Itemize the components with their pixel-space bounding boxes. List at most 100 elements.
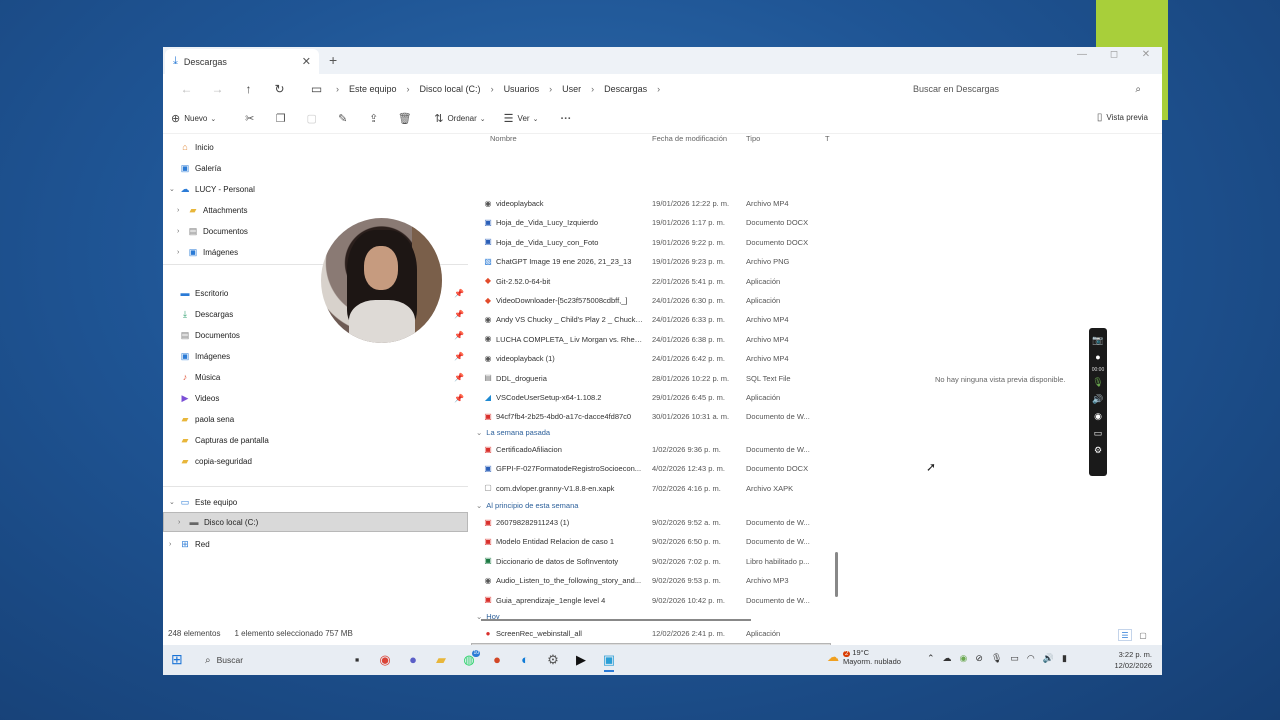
sort-button[interactable]: ⇅ Ordenar ⌄: [434, 112, 489, 125]
sidebar-item-disco-local[interactable]: › ▬ Disco local (C:): [163, 512, 468, 532]
pin-icon[interactable]: 📌: [454, 331, 464, 340]
file-row[interactable]: ◉ LUCHA COMPLETA_ Liv Morgan vs. Rhea ...…: [471, 330, 831, 349]
file-row[interactable]: ▢ com.dvloper.granny-V1.8.8-en.xapk 7/02/2…: [471, 479, 831, 498]
crumb-usuarios[interactable]: Usuarios: [504, 84, 540, 94]
rename-icon[interactable]: ✎: [327, 112, 358, 125]
settings-icon[interactable]: ⚙: [1094, 442, 1102, 459]
details-view-icon[interactable]: ☰: [1118, 629, 1132, 641]
powerpoint-icon[interactable]: ●: [483, 650, 511, 670]
onedrive-icon[interactable]: ☁: [943, 653, 952, 664]
file-row[interactable]: ◉ videoplayback (1) 24/01/2026 6:42 p. m. A…: [471, 349, 831, 368]
column-header-type[interactable]: Tipo: [746, 134, 760, 148]
preview-toggle-button[interactable]: ▯ Vista previa: [1097, 112, 1148, 123]
weather-widget[interactable]: ☁ 2 19°C Mayorm. nublado: [827, 648, 901, 666]
sidebar-item-videos[interactable]: ▶ Videos 📌: [163, 388, 468, 408]
chevron-right-icon[interactable]: ›: [657, 84, 660, 94]
cut-icon[interactable]: ✂: [234, 112, 265, 125]
file-row[interactable]: ◉ videoplayback 19/01/2026 12:22 p. m. Arch…: [471, 194, 831, 213]
sidebar-item-paola-sena[interactable]: ▰ paola sena: [163, 409, 468, 429]
file-row[interactable]: ▣ CertificadoAfiliacion 1/02/2026 9:36 p. …: [471, 440, 831, 459]
sidebar-item-este-equipo[interactable]: ⌄ ▭ Este equipo: [163, 492, 468, 512]
sidebar-item-inicio[interactable]: ⌂ Inicio: [163, 137, 468, 157]
vertical-scrollbar[interactable]: [835, 552, 838, 597]
up-arrow-icon[interactable]: ↑: [233, 82, 264, 96]
sidebar-item-red[interactable]: › ⊞ Red: [163, 534, 468, 554]
clock[interactable]: 3:22 p. m. 12/02/2026: [1114, 649, 1152, 671]
crumb-disco-local[interactable]: Disco local (C:): [420, 84, 481, 94]
pin-icon[interactable]: 📌: [454, 394, 464, 403]
horizontal-scrollbar[interactable]: [481, 619, 751, 621]
new-tab-button[interactable]: +: [329, 52, 337, 68]
column-header-name[interactable]: Nombre: [490, 134, 517, 148]
sidebar-item-lucy-personal[interactable]: ⌄ ☁ LUCY - Personal: [163, 179, 468, 199]
microphone-icon[interactable]: 🎙: [991, 653, 1002, 664]
pin-icon[interactable]: 📌: [454, 310, 464, 319]
file-row[interactable]: ● ScreenRec_webinstall_all 12/02/2026 2:41…: [471, 624, 831, 643]
file-row[interactable]: ◆ Git-2.52.0-64-bit 22/01/2026 5:41 p. m. A…: [471, 272, 831, 291]
file-row[interactable]: ▣ 260798282911243 (1) 9/02/2026 9:52 a. m.…: [471, 513, 831, 532]
file-row[interactable]: ◆ VideoDownloader-[5c23f575008cdbff,_] 24/…: [471, 291, 831, 310]
chevron-right-icon[interactable]: ›: [177, 207, 187, 214]
file-row[interactable]: ▣ Hoja_de_Vida_Lucy_con_Foto 19/01/2026 9:…: [471, 233, 831, 252]
column-header-extra[interactable]: T: [825, 134, 830, 148]
tiles-view-icon[interactable]: ▢: [1136, 629, 1150, 641]
mute-icon[interactable]: ⊘: [975, 653, 983, 664]
teams-icon[interactable]: ●: [399, 650, 427, 670]
group-header[interactable]: ⌄ Al principio de esta semana: [476, 501, 578, 510]
file-row[interactable]: ▣ 94cf7fb4-2b25-4bd0-a17c-dacce4fd87c0 30/…: [471, 407, 831, 426]
microphone-icon[interactable]: 🎙: [1092, 374, 1103, 391]
chevron-up-icon[interactable]: ⌃: [927, 653, 935, 664]
file-explorer-icon[interactable]: ▰: [427, 650, 455, 670]
share-icon[interactable]: ⇪: [358, 112, 389, 125]
sidebar-item-imagenes[interactable]: ▣ Imágenes 📌: [163, 346, 468, 366]
forward-arrow-icon[interactable]: →: [202, 82, 233, 96]
more-options-button[interactable]: ···: [550, 113, 581, 125]
chevron-right-icon[interactable]: ›: [177, 228, 187, 235]
delete-icon[interactable]: 🗑: [389, 112, 420, 125]
close-window-button[interactable]: ✕: [1130, 47, 1162, 63]
file-row[interactable]: ◉ Andy VS Chucky _ Child's Play 2 _ Chuck…: [471, 310, 831, 329]
pin-icon[interactable]: 📌: [454, 352, 464, 361]
speaker-icon[interactable]: 🔊: [1092, 391, 1103, 408]
chevron-right-icon[interactable]: ›: [178, 519, 188, 526]
pin-icon[interactable]: 📌: [454, 373, 464, 382]
file-row[interactable]: ▧ ChatGPT Image 19 ene 2026, 21_23_13 19/0…: [471, 252, 831, 271]
whatsapp-icon[interactable]: ◍ 10: [455, 650, 483, 670]
pin-icon[interactable]: 📌: [454, 289, 464, 298]
chevron-down-icon[interactable]: ⌄: [169, 185, 179, 193]
windows-start-icon[interactable]: ⊞: [171, 651, 183, 668]
close-tab-icon[interactable]: ✕: [302, 55, 311, 68]
sidebar-item-capturas[interactable]: ▰ Capturas de pantalla: [163, 430, 468, 450]
file-row[interactable]: ▣ Hoja_de_Vida_Lucy_Izquierdo 19/01/2026 1…: [471, 213, 831, 232]
minimize-button[interactable]: —: [1066, 47, 1098, 63]
file-row[interactable]: ▣ Guia_aprendizaje_1engle level 4 9/02/202…: [471, 591, 831, 610]
task-view-icon[interactable]: ▪: [343, 650, 371, 670]
file-row[interactable]: ▤ DDL_drogueria 28/01/2026 10:22 p. m. SQL …: [471, 369, 831, 388]
file-row[interactable]: ▣ Diccionario de datos de SofInventoty 9/0…: [471, 552, 831, 571]
crumb-descargas[interactable]: Descargas: [604, 84, 647, 94]
wifi-icon[interactable]: ◠: [1027, 653, 1035, 664]
sidebar-item-attachments[interactable]: › ▰ Attachments: [163, 200, 468, 220]
file-row[interactable]: ◉ Audio_Listen_to_the_following_story_and…: [471, 571, 831, 590]
group-header[interactable]: ⌄ La semana pasada: [476, 428, 550, 437]
sidebar-item-copia-seguridad[interactable]: ▰ copia-seguridad: [163, 451, 468, 471]
volume-icon[interactable]: 🔊: [1043, 653, 1054, 664]
crumb-user[interactable]: User: [562, 84, 581, 94]
display-icon[interactable]: ▭: [1010, 653, 1019, 664]
crumb-este-equipo[interactable]: Este equipo: [349, 84, 397, 94]
taskbar-search[interactable]: ⌕ Buscar: [199, 651, 309, 669]
battery-icon[interactable]: ▮: [1062, 653, 1067, 664]
chevron-right-icon[interactable]: ›: [177, 249, 187, 256]
chrome-icon[interactable]: ◉: [371, 650, 399, 670]
sidebar-item-galeria[interactable]: ▣ Galería: [163, 158, 468, 178]
search-input[interactable]: Buscar en Descargas ⌕: [913, 77, 1149, 101]
copy-icon[interactable]: ❐: [265, 112, 296, 125]
chevron-down-icon[interactable]: ⌄: [169, 498, 179, 506]
refresh-icon[interactable]: ↻: [264, 82, 295, 96]
webcam-icon[interactable]: ◉: [1094, 408, 1102, 425]
record-icon[interactable]: ●: [1095, 349, 1100, 366]
back-arrow-icon[interactable]: ←: [171, 82, 202, 96]
column-header-date[interactable]: Fecha de modificación: [652, 134, 727, 148]
tab-descargas[interactable]: ⤓ Descargas ✕: [165, 49, 319, 74]
sidebar-item-musica[interactable]: ♪ Música 📌: [163, 367, 468, 387]
